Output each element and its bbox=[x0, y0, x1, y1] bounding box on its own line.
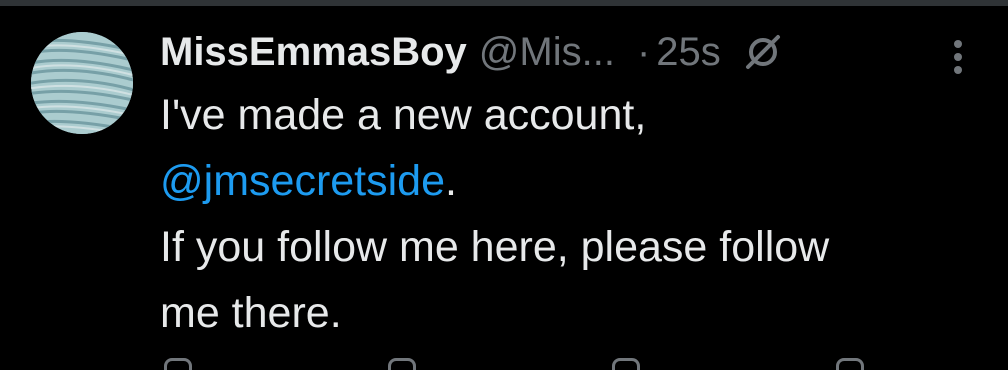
mention-link[interactable]: @jmsecretside bbox=[160, 157, 445, 205]
more-vertical-icon[interactable] bbox=[938, 34, 978, 80]
avatar[interactable] bbox=[31, 32, 133, 134]
mention-suffix: . bbox=[445, 157, 457, 205]
avatar-image bbox=[31, 32, 133, 134]
tweet-text: I've made a new account, @jmsecretside. … bbox=[160, 82, 980, 346]
tweet[interactable]: MissEmmasBoy @Mis... · 25s I've made a n… bbox=[0, 6, 1008, 370]
reply-icon[interactable] bbox=[164, 358, 192, 370]
tweet-text-line-4: me there. bbox=[160, 289, 342, 337]
tweet-text-line-2: @jmsecretside. bbox=[160, 148, 980, 214]
tweet-header: MissEmmasBoy @Mis... · 25s bbox=[160, 24, 785, 80]
display-name[interactable]: MissEmmasBoy bbox=[160, 30, 467, 75]
bookmark-icon[interactable] bbox=[836, 358, 864, 370]
timestamp[interactable]: 25s bbox=[656, 30, 721, 75]
grok-icon[interactable] bbox=[741, 30, 785, 74]
separator-dot: · bbox=[636, 29, 651, 74]
user-handle[interactable]: @Mis... bbox=[479, 30, 615, 75]
action-bar bbox=[160, 358, 980, 370]
like-icon[interactable] bbox=[612, 358, 640, 370]
repost-icon[interactable] bbox=[388, 358, 416, 370]
tweet-text-line-3: If you follow me here, please follow bbox=[160, 223, 830, 271]
tweet-text-line-1: I've made a new account, bbox=[160, 91, 647, 139]
